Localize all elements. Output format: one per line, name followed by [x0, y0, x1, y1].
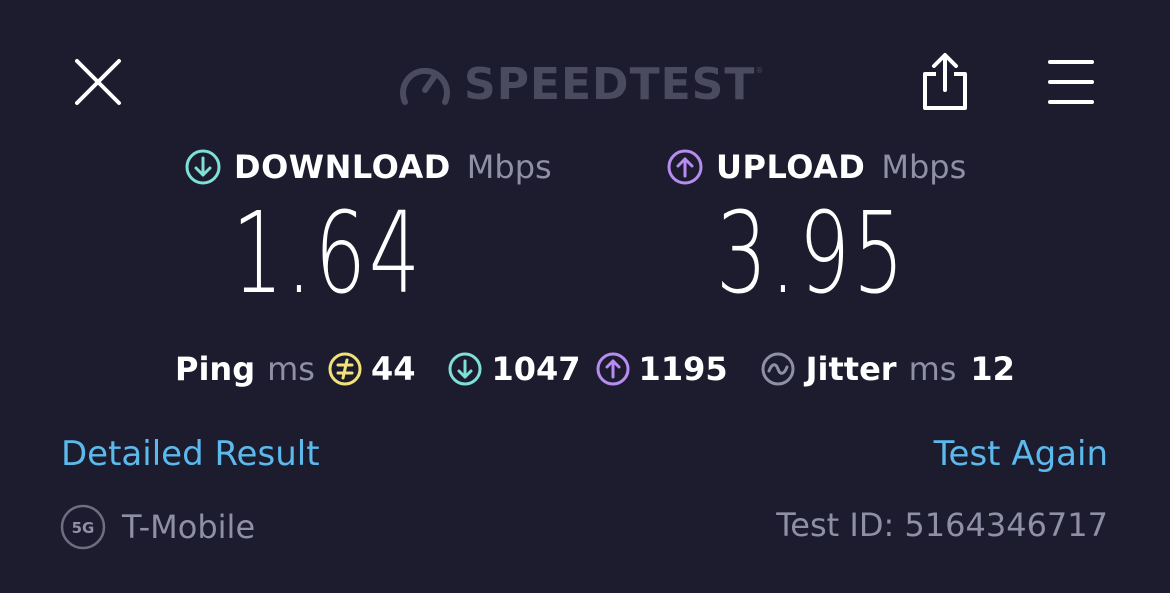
- upload-unit: Mbps: [881, 148, 967, 186]
- logo-text: SPEEDTEST: [464, 58, 756, 110]
- network-badge-text: 5G: [72, 519, 95, 537]
- upload-heading: UPLOAD Mbps: [666, 146, 966, 188]
- share-button[interactable]: [918, 52, 972, 112]
- test-again-link[interactable]: Test Again: [934, 434, 1108, 474]
- close-button[interactable]: [72, 56, 124, 108]
- download-title: DOWNLOAD: [234, 148, 451, 186]
- idle-latency-icon: [328, 352, 362, 386]
- ping-unit: ms: [267, 350, 315, 388]
- download-latency-icon: [448, 352, 482, 386]
- ping-label: Ping: [175, 350, 256, 388]
- download-unit: Mbps: [466, 148, 552, 186]
- jitter-unit: ms: [908, 350, 957, 388]
- carrier-name: T-Mobile: [122, 508, 256, 546]
- network-5g-badge-icon: 5G: [60, 504, 106, 550]
- detailed-result-link[interactable]: Detailed Result: [61, 434, 320, 474]
- ping-download-value: 1047: [491, 350, 581, 388]
- download-speed-value: 1.64: [232, 189, 424, 319]
- jitter-label: Jitter: [805, 350, 897, 388]
- menu-button[interactable]: [1044, 58, 1098, 106]
- download-arrow-icon: [185, 149, 221, 185]
- close-icon: [75, 59, 121, 105]
- speedometer-icon: [400, 67, 450, 105]
- upload-arrow-icon: [667, 149, 703, 185]
- ping-upload-value: 1195: [638, 350, 728, 388]
- test-id: Test ID: 5164346717: [776, 506, 1108, 544]
- latency-stats-row: Ping ms 44 1047 1195 Jitter ms 12: [175, 348, 1015, 390]
- ping-idle-value: 44: [370, 350, 416, 388]
- upload-latency-icon: [596, 352, 630, 386]
- upload-title: UPLOAD: [716, 148, 866, 186]
- download-heading: DOWNLOAD Mbps: [184, 146, 552, 188]
- speedtest-logo: SPEEDTEST ®: [398, 58, 763, 110]
- share-icon: [923, 53, 967, 110]
- menu-icon: [1048, 60, 1094, 104]
- carrier-info: 5G T-Mobile: [60, 504, 255, 550]
- logo-trademark: ®: [755, 66, 764, 75]
- jitter-value: 12: [970, 350, 1015, 388]
- upload-speed-value: 3.95: [716, 189, 908, 319]
- jitter-icon: [761, 352, 795, 386]
- speedtest-result-screen: SPEEDTEST ® DOWNLOAD Mbps UPLOAD Mbps 1.…: [0, 0, 1170, 593]
